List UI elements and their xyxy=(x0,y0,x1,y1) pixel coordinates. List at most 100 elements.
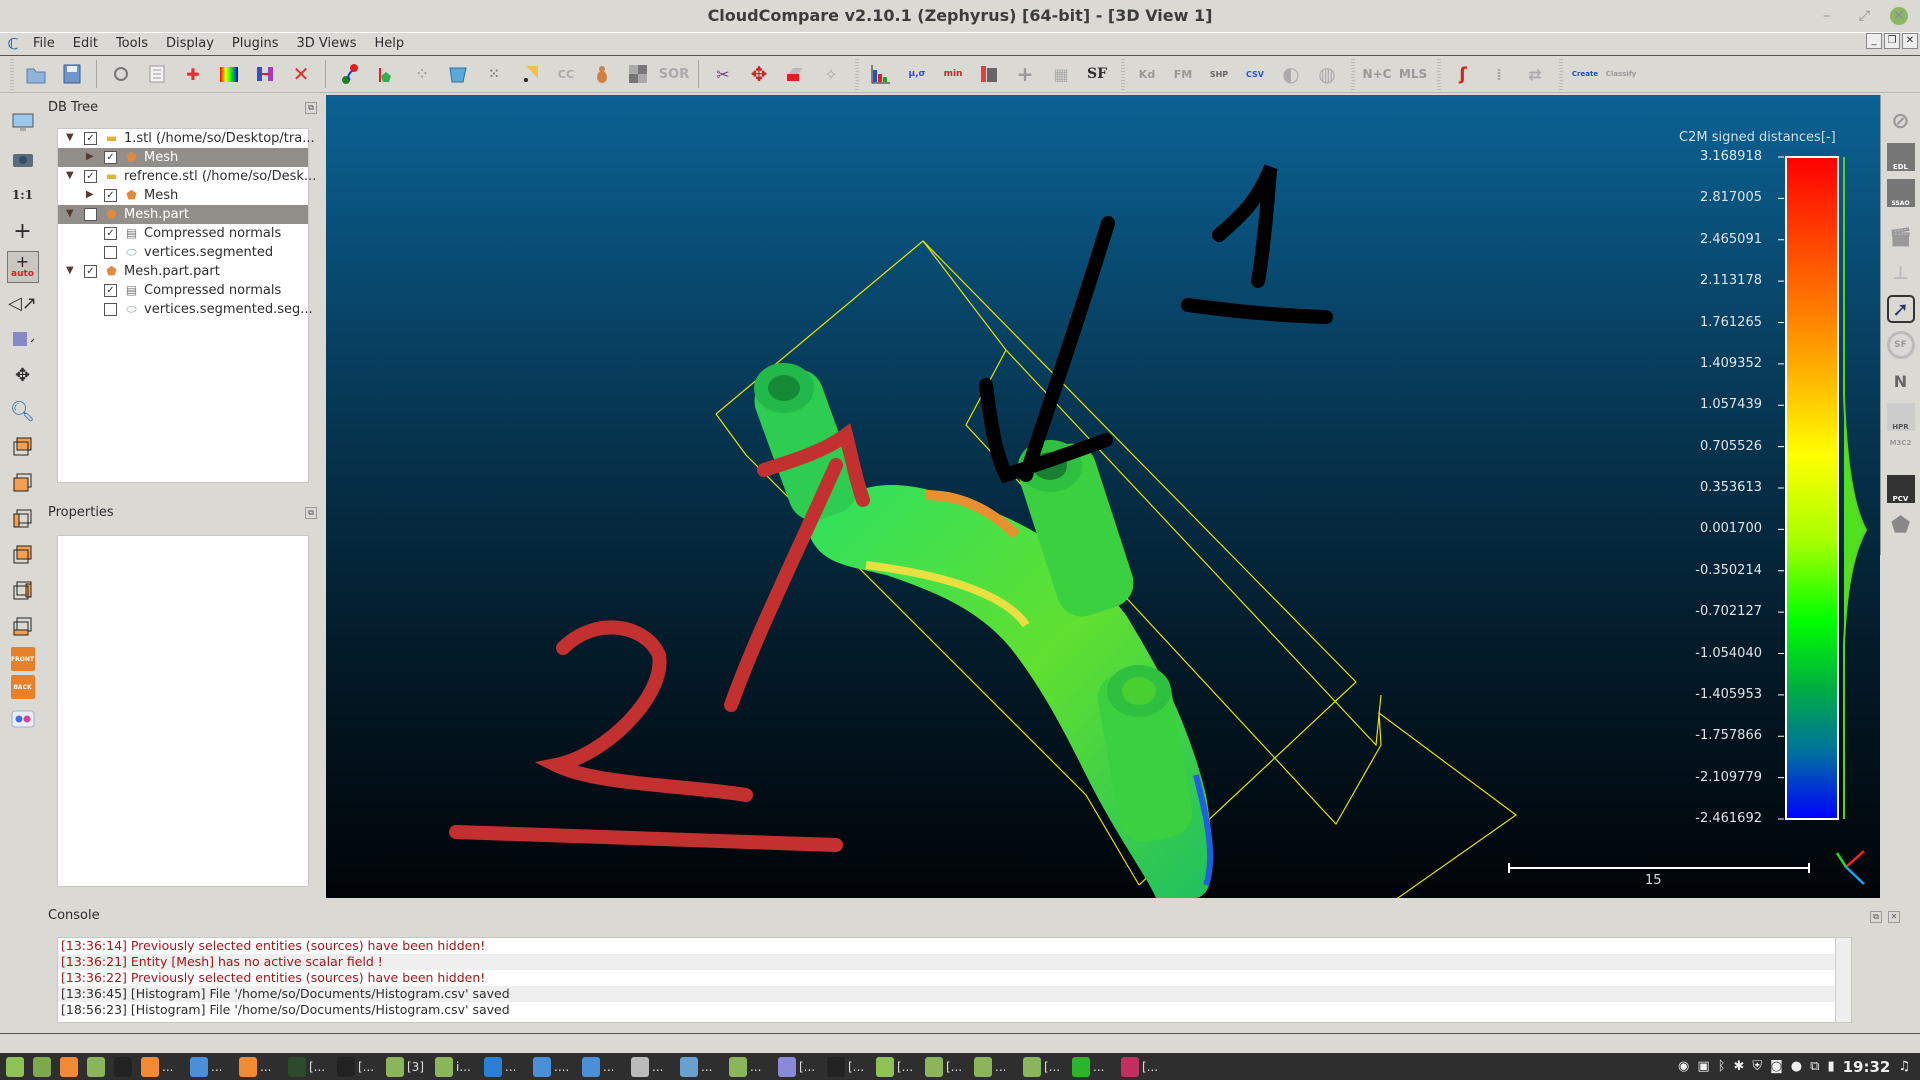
visibility-checkbox[interactable]: ✓ xyxy=(104,227,117,240)
toolbar-grip[interactable] xyxy=(10,58,14,90)
menu-3d-views[interactable]: 3D Views xyxy=(287,36,365,51)
menu-display[interactable]: Display xyxy=(157,36,223,51)
taskbar-item[interactable] xyxy=(6,1053,27,1080)
image-icon[interactable]: ▣ xyxy=(1697,1059,1709,1074)
clock[interactable]: 19:32 xyxy=(1843,1058,1891,1076)
pcv-icon[interactable]: PCV xyxy=(1886,475,1915,503)
pivot-icon[interactable]: + xyxy=(7,215,39,247)
translate-rotate-icon[interactable]: ✥ xyxy=(744,59,774,89)
iso-front-icon[interactable]: FRONT xyxy=(10,647,35,671)
sphere-icon[interactable]: ◐ xyxy=(1276,59,1306,89)
taskbar-item[interactable]: [... xyxy=(337,1053,380,1080)
visibility-checkbox[interactable]: ✓ xyxy=(84,170,97,183)
sf-color-scale-icon[interactable]: SF xyxy=(1082,59,1112,89)
toolbar-grip[interactable] xyxy=(1437,58,1441,90)
points-icon[interactable]: ⁞ xyxy=(1484,59,1514,89)
tree-item[interactable]: ▼ ✓ ▬ 1.stl (/home/so/Desktop/tra... xyxy=(58,129,315,148)
tree-item[interactable]: ▼ ⬟ Mesh.part xyxy=(58,205,308,224)
console-scrollbar[interactable] xyxy=(1835,938,1851,1022)
tree-item[interactable]: ⬭ vertices.segmented xyxy=(58,243,308,262)
calculator-icon[interactable]: ▦ xyxy=(1046,59,1076,89)
taskbar-item[interactable]: [... xyxy=(1023,1053,1066,1080)
mesh-icon[interactable] xyxy=(443,59,473,89)
taskbar-item[interactable]: [... xyxy=(925,1053,968,1080)
taskbar-item[interactable]: ... xyxy=(631,1053,674,1080)
visibility-checkbox[interactable]: ✓ xyxy=(84,265,97,278)
iso-back-icon[interactable]: BACK xyxy=(10,675,35,699)
ssao-shader-icon[interactable]: SSAO xyxy=(1886,179,1915,207)
taskbar-item[interactable]: i... xyxy=(435,1053,478,1080)
mdi-close-button[interactable]: ✕ xyxy=(1902,33,1918,49)
add-sf-icon[interactable]: + xyxy=(1010,59,1040,89)
kd-tree-icon[interactable]: Kd xyxy=(1132,59,1162,89)
m3c2-icon[interactable]: M3C2 xyxy=(1887,439,1915,467)
transfer-icon[interactable]: ⇄ xyxy=(1520,59,1550,89)
edl-shader-icon[interactable]: EDL xyxy=(1886,143,1915,171)
tree-item[interactable]: ▶ ✓ ⬟ Mesh xyxy=(58,148,308,167)
console-close-button[interactable]: ✕ xyxy=(1888,911,1900,923)
properties-list-icon[interactable] xyxy=(142,59,172,89)
taskbar-item[interactable]: ... xyxy=(484,1053,527,1080)
statue-icon[interactable] xyxy=(587,59,617,89)
console-float-button[interactable]: ⧉ xyxy=(1870,911,1882,923)
toolbar-grip[interactable] xyxy=(1351,58,1355,90)
music-icon[interactable]: ♫ xyxy=(1898,1059,1910,1074)
expand-arrow-icon[interactable]: ▼ xyxy=(66,133,76,143)
expand-arrow-icon[interactable]: ▼ xyxy=(66,171,76,181)
hpr-icon[interactable]: HPR xyxy=(1886,403,1915,431)
taskbar-item[interactable]: [... xyxy=(778,1053,821,1080)
canupo-classify-icon[interactable]: Classify xyxy=(1606,59,1637,89)
visibility-checkbox[interactable] xyxy=(104,246,117,259)
menu-plugins[interactable]: Plugins xyxy=(223,36,288,51)
globe-icon[interactable]: ◍ xyxy=(1312,59,1342,89)
close-button[interactable]: ✕ xyxy=(1890,7,1908,25)
user-icon[interactable]: ● xyxy=(1791,1059,1802,1074)
maximize-button[interactable]: ⤢ xyxy=(1859,0,1870,32)
menu-file[interactable]: File xyxy=(24,36,64,51)
tree-item[interactable]: ✓ ▤ Compressed normals xyxy=(58,281,308,300)
view-back-icon[interactable] xyxy=(7,539,39,571)
cc-compare-icon[interactable]: CC xyxy=(551,59,581,89)
visibility-checkbox[interactable] xyxy=(84,208,97,221)
fit-distribution-icon[interactable]: μ,σ xyxy=(902,59,932,89)
tree-item[interactable]: ▶ ✓ ⬟ Mesh xyxy=(58,186,308,205)
taskbar-item[interactable] xyxy=(87,1053,108,1080)
segment-icon[interactable]: ✚ xyxy=(178,59,208,89)
mdi-minimize-button[interactable]: _ xyxy=(1866,33,1882,49)
clone-icon[interactable] xyxy=(106,59,136,89)
expand-arrow-icon[interactable]: ▼ xyxy=(66,266,76,276)
menu-edit[interactable]: Edit xyxy=(64,36,107,51)
poisson-icon[interactable]: ⬟ xyxy=(1887,511,1915,539)
shp-icon[interactable]: SHP xyxy=(1204,59,1234,89)
open-icon[interactable] xyxy=(21,59,51,89)
delete-icon[interactable]: ✕ xyxy=(286,59,316,89)
taskbar-item[interactable]: [... xyxy=(1121,1053,1164,1080)
stick-icon[interactable]: ⊥ xyxy=(1887,259,1915,287)
subsample-icon[interactable]: ⁘ xyxy=(407,59,437,89)
taskbar-item[interactable]: [... xyxy=(827,1053,870,1080)
menu-help[interactable]: Help xyxy=(366,36,414,51)
compass-icon[interactable]: ➚ xyxy=(1886,295,1915,323)
nc-icon[interactable]: N+C xyxy=(1362,59,1392,89)
visibility-checkbox[interactable]: ✓ xyxy=(104,284,117,297)
canupo-create-icon[interactable]: Create xyxy=(1570,59,1600,89)
properties-float-button[interactable]: ⧉ xyxy=(305,507,317,519)
csv-icon[interactable]: CSV xyxy=(1240,59,1270,89)
shield-icon[interactable]: ⛨ xyxy=(1752,1059,1762,1074)
normals-icon[interactable] xyxy=(371,59,401,89)
histogram-icon[interactable] xyxy=(866,59,896,89)
sor-filter-icon[interactable]: SOR xyxy=(659,59,689,89)
pick-icon[interactable]: ✧ xyxy=(816,59,846,89)
chrome-icon[interactable]: ◉ xyxy=(1678,1059,1689,1074)
taskbar-item[interactable] xyxy=(114,1053,135,1080)
bluetooth-alt-icon[interactable]: ✱ xyxy=(1734,1059,1745,1074)
taskbar-item[interactable]: ... xyxy=(582,1053,625,1080)
disable-shader-icon[interactable]: ⊘ xyxy=(1887,107,1915,135)
display-icon[interactable] xyxy=(7,107,39,139)
scissors-icon[interactable]: ✂ xyxy=(708,59,738,89)
visibility-checkbox[interactable]: ✓ xyxy=(104,151,117,164)
taskbar-item[interactable]: ... xyxy=(141,1053,184,1080)
visibility-checkbox[interactable] xyxy=(104,303,117,316)
view-cube-icon[interactable] xyxy=(7,323,39,355)
zoom-1to1-icon[interactable]: 1:1 xyxy=(7,179,39,211)
